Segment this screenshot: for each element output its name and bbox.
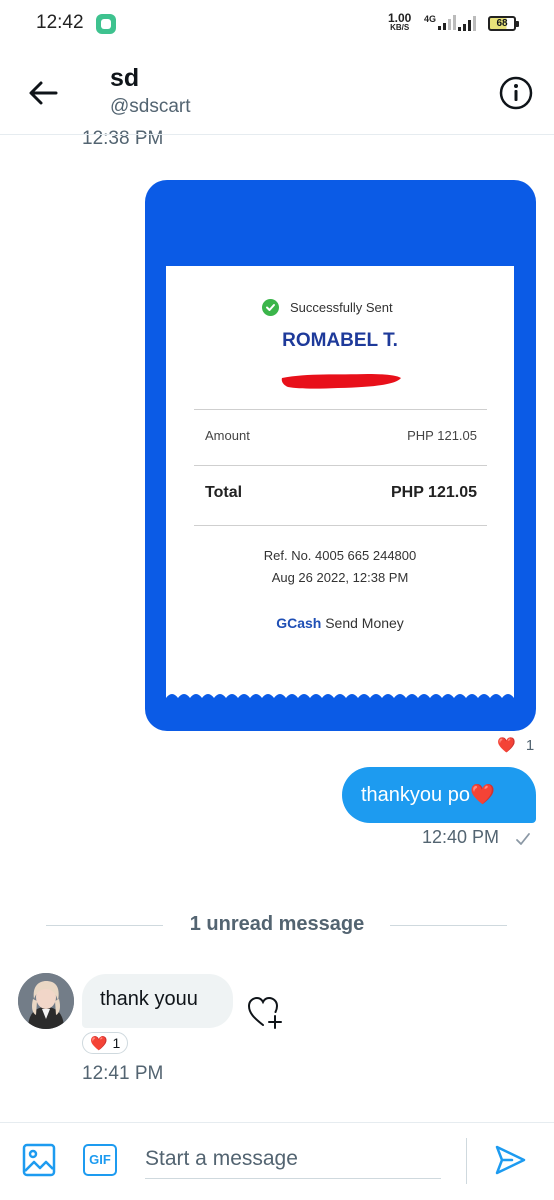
battery-icon: 68 [488, 16, 519, 31]
received-reaction[interactable]: ❤️ 1 [82, 1032, 129, 1054]
receipt-torn-edge [166, 694, 514, 706]
back-arrow-icon [29, 81, 58, 105]
signal-bars-1-icon [438, 14, 457, 30]
recipient-name: ROMABEL T. [282, 330, 398, 351]
heart-plus-icon[interactable] [246, 994, 284, 1030]
received-message-bubble[interactable]: thank youu [82, 974, 233, 1028]
service-label: Send Money [325, 615, 404, 631]
gcash-logo: GCash [276, 615, 322, 631]
back-button[interactable] [26, 76, 60, 110]
status-bar: 12:42 1.00 KB/S 4G 68 [0, 0, 554, 50]
sent-message-time: 12:40 PM [422, 827, 500, 847]
network-speed: 1.00 KB/S [388, 12, 411, 33]
gif-icon[interactable]: GIF [83, 1144, 117, 1176]
gcash-footer: GCash Send Money [166, 615, 514, 631]
previous-message-time: 12:38 PM [82, 128, 164, 149]
header-divider [0, 134, 554, 135]
reaction-count: 1 [525, 737, 535, 754]
composer-divider [0, 1122, 554, 1123]
network-type: 4G [424, 14, 457, 30]
composer-separator [466, 1138, 467, 1184]
received-message-time: 12:41 PM [82, 1063, 164, 1084]
conversation-name[interactable]: sd [110, 64, 139, 93]
unread-line-right [390, 925, 507, 926]
total-value: PHP 121.05 [391, 484, 477, 501]
speed-unit: KB/S [390, 23, 410, 32]
message-input[interactable] [145, 1140, 441, 1179]
info-button[interactable] [499, 76, 533, 110]
status-time: 12:42 [36, 12, 84, 33]
amount-value: PHP 121.05 [407, 428, 477, 443]
receipt-reaction[interactable]: ❤️ 1 [497, 736, 534, 754]
amount-label: Amount [205, 428, 250, 443]
transaction-date: Aug 26 2022, 12:38 PM [271, 570, 409, 585]
sent-check-icon [516, 833, 530, 845]
heart-reaction-icon: ❤️ [90, 1034, 108, 1051]
avatar[interactable] [18, 973, 74, 1029]
conversation-handle[interactable]: @sdscart [110, 96, 191, 118]
transfer-status: Successfully Sent [290, 300, 393, 315]
sent-message-bubble[interactable]: thankyou po❤️ [342, 767, 536, 823]
total-label: Total [205, 484, 243, 501]
info-icon [499, 76, 533, 110]
check-circle-icon [262, 299, 279, 316]
send-icon[interactable] [493, 1143, 527, 1177]
network-type-label: 4G [424, 14, 437, 24]
receipt-divider [194, 465, 487, 466]
image-icon[interactable] [21, 1142, 57, 1178]
heart-reaction-icon: ❤️ [497, 737, 516, 754]
receipt-divider [194, 409, 487, 410]
receipt-divider [194, 525, 487, 526]
app-notification-icon [96, 14, 116, 34]
reaction-count: 1 [112, 1035, 121, 1051]
signal-bars-2-icon [458, 15, 476, 31]
redaction-mark [281, 374, 401, 389]
avatar-image [18, 973, 74, 1029]
reference-number: Ref. No. 4005 665 244800 [263, 548, 417, 563]
